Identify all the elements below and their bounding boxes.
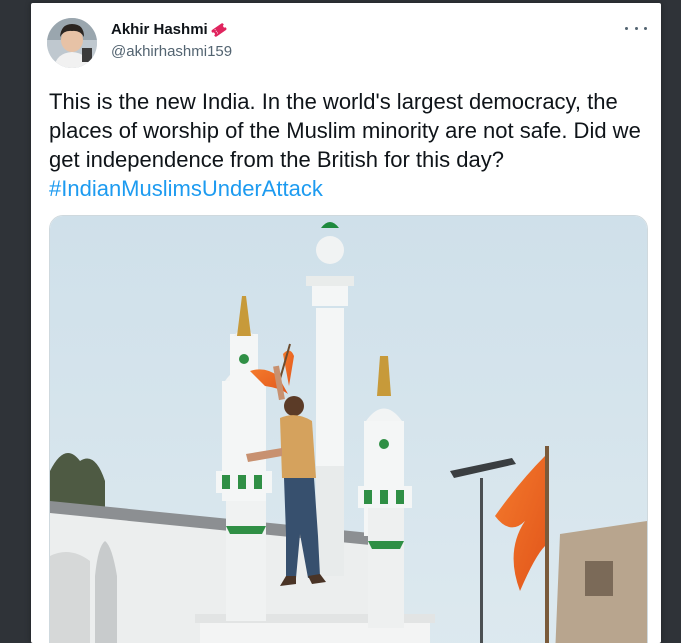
tweet-body: This is the new India. In the world's la… bbox=[49, 89, 641, 172]
dot bbox=[625, 26, 628, 30]
ticket-badge-icon bbox=[210, 21, 228, 39]
author-handle[interactable]: @akhirhashmi159 bbox=[111, 43, 232, 61]
photo-icon bbox=[50, 216, 647, 643]
dot bbox=[644, 26, 647, 30]
tweet-media-photo[interactable] bbox=[49, 215, 648, 643]
tweet-text: This is the new India. In the world's la… bbox=[49, 87, 649, 203]
tweet-card[interactable]: Akhir Hashmi @akhirhashmi159 This is the… bbox=[31, 3, 661, 643]
author-name-row[interactable]: Akhir Hashmi bbox=[111, 21, 228, 39]
display-name[interactable]: Akhir Hashmi bbox=[111, 21, 208, 39]
tweet-header: Akhir Hashmi @akhirhashmi159 bbox=[31, 3, 661, 69]
avatar[interactable] bbox=[47, 18, 97, 68]
hashtag-link[interactable]: #IndianMuslimsUnderAttack bbox=[49, 176, 323, 201]
dot bbox=[634, 26, 638, 30]
more-options-icon[interactable] bbox=[625, 21, 647, 35]
